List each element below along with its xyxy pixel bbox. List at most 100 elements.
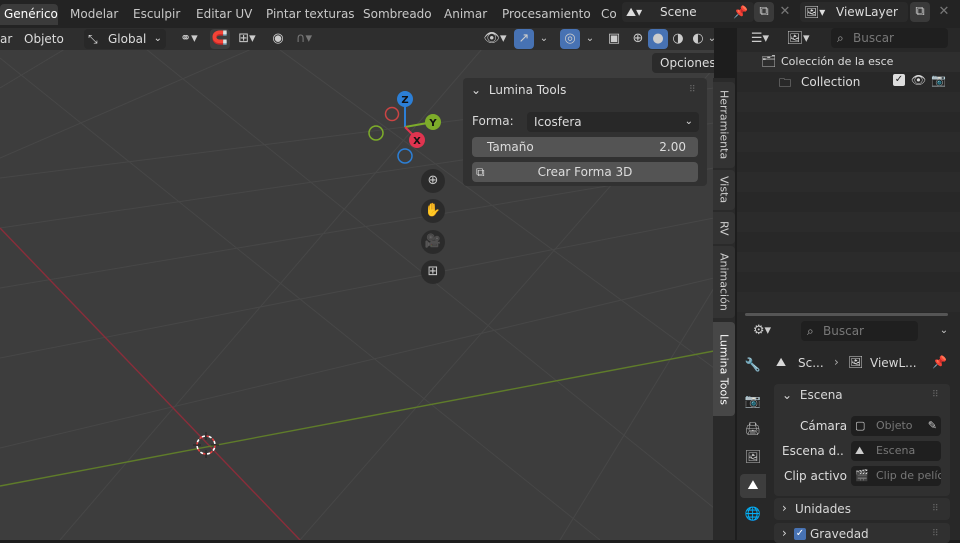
navigation-gizmo[interactable]: Z Y X	[360, 84, 450, 168]
render-tab-icon[interactable]: 📷	[740, 390, 766, 414]
rendered-shading-icon[interactable]: ◐	[688, 29, 708, 49]
snap-increment-icon[interactable]: ⊞▾	[232, 29, 262, 49]
workspace-tab-shading[interactable]: Sombreado	[359, 4, 436, 25]
tool-tab-icon[interactable]: 🔧	[740, 354, 766, 378]
gizmo-options-icon[interactable]: ⌄	[536, 29, 552, 49]
units-title: Unidades	[795, 502, 851, 516]
scene-tab-icon[interactable]: ⛰	[740, 474, 766, 498]
perspective-grid-icon[interactable]: ⊞	[421, 260, 445, 284]
3d-cursor[interactable]	[193, 432, 219, 458]
view-layer-selector[interactable]: 🖼▾ ViewLayer	[800, 2, 908, 22]
outliner-search-placeholder: Buscar	[853, 31, 894, 45]
xray-icon[interactable]: ▣	[604, 29, 624, 49]
output-tab-icon[interactable]: 🖨	[740, 418, 766, 442]
pan-hand-icon[interactable]: ✋	[421, 199, 445, 223]
scene-section-header[interactable]: ⌄ Escena	[782, 388, 843, 402]
shading-options-icon[interactable]: ⌄	[706, 29, 714, 49]
create-shape-button[interactable]: ⧉ Crear Forma 3D	[472, 162, 698, 182]
eye-icon[interactable]: 👁	[911, 73, 926, 87]
panel-header[interactable]: ⌄ Lumina Tools	[471, 83, 566, 97]
size-slider[interactable]: Tamaño 2.00	[472, 137, 698, 157]
overlays-toggle-icon[interactable]: ◎	[560, 29, 580, 49]
exclude-checkbox[interactable]: ✓	[893, 74, 905, 86]
tree-row-empty	[737, 212, 960, 232]
chevron-down-icon: ⌄	[154, 29, 162, 49]
pin-icon[interactable]: 📌	[932, 355, 947, 369]
outliner-scrollbar[interactable]	[745, 313, 948, 316]
view-layer-icon: 🖼	[848, 355, 863, 369]
camera-field[interactable]: ▢ Objeto ✎	[851, 416, 941, 436]
units-section[interactable]: › Unidades ⠿	[774, 498, 950, 520]
pivot-point-icon[interactable]: ⚭▾	[174, 29, 204, 49]
menu-object[interactable]: Objeto	[24, 29, 64, 49]
gravity-section[interactable]: › ✓ Gravedad ⠿	[774, 523, 950, 543]
editor-type-icon[interactable]: ⚙▾	[747, 321, 777, 341]
tab-tool[interactable]: Herramienta	[713, 82, 735, 168]
shape-dropdown[interactable]: Icosfera ⌄	[527, 112, 699, 132]
workspace-tab-generic[interactable]: Genérico	[0, 4, 58, 25]
gravity-checkbox[interactable]: ✓	[794, 528, 806, 540]
wireframe-shading-icon[interactable]: ⊕	[628, 29, 648, 49]
material-shading-icon[interactable]: ◑	[668, 29, 688, 49]
chevron-right-icon: ›	[782, 501, 787, 515]
drag-handle-icon[interactable]: ⠿	[932, 529, 940, 539]
filter-icon[interactable]: 🖼▾	[783, 29, 813, 49]
options-label: Opciones	[660, 56, 714, 70]
tree-row-scene-collection[interactable]: 🗂 Colección de la esce	[737, 52, 960, 72]
tab-lumina-tools[interactable]: Lumina Tools	[713, 322, 735, 416]
panel-title: Lumina Tools	[489, 83, 566, 97]
workspace-tab-modeling[interactable]: Modelar	[66, 4, 122, 25]
visibility-icon[interactable]: 👁▾	[480, 29, 510, 49]
chevron-right-icon: ›	[782, 526, 787, 540]
eyedropper-icon[interactable]: ✎	[928, 416, 937, 436]
new-scene-icon[interactable]: ⧉	[754, 2, 774, 22]
zoom-icon[interactable]: ⊕	[421, 169, 445, 193]
camera-view-icon[interactable]: 🎥	[421, 230, 445, 254]
tab-view[interactable]: Vista	[713, 170, 735, 210]
scene-selector[interactable]: ⛰▾ Scene 📌	[622, 2, 754, 22]
tab-view-label: Vista	[718, 176, 731, 203]
chevron-down-icon[interactable]: ⌄	[934, 321, 954, 341]
outliner: ☰▾ 🖼▾ ⌕ Buscar 🗂 Colección de la esce 🗀 …	[737, 28, 960, 318]
gizmo-toggle-icon[interactable]: ↗	[514, 29, 534, 49]
background-scene-field[interactable]: ⛰ Escena	[851, 441, 941, 461]
properties-search-placeholder: Buscar	[823, 324, 864, 338]
solid-shading-icon[interactable]: ●	[648, 29, 668, 49]
snap-icon[interactable]: 🧲	[210, 29, 230, 49]
world-tab-icon[interactable]: 🌐	[740, 503, 766, 527]
delete-scene-icon[interactable]: ✕	[775, 2, 795, 22]
drag-handle-icon[interactable]: ⠿	[932, 504, 940, 514]
drag-handle-icon[interactable]: ⠿	[689, 85, 697, 95]
workspace-tab-compositing[interactable]: Co	[597, 4, 617, 25]
workspace-tab-uv-editing[interactable]: Editar UV	[192, 4, 256, 25]
gizmo-z-label: Z	[401, 95, 408, 106]
active-clip-field[interactable]: 🎬 Clip de pelíc	[851, 466, 941, 486]
background-scene-label: Escena d...	[782, 444, 844, 458]
tab-animation[interactable]: Animación	[713, 246, 735, 318]
menu-select[interactable]: ar	[0, 29, 12, 49]
workspace-tab-sculpting[interactable]: Esculpir	[129, 4, 184, 25]
camera-icon[interactable]: 📷	[931, 73, 946, 87]
options-dropdown[interactable]: Opciones ⌄	[652, 53, 714, 73]
drag-handle-icon[interactable]: ⠿	[932, 390, 940, 400]
outliner-search-input[interactable]: ⌕ Buscar	[831, 28, 948, 48]
chevron-down-icon: ⌄	[471, 83, 481, 97]
new-view-layer-icon[interactable]: ⧉	[910, 2, 930, 22]
collection-label: Collection	[801, 75, 860, 89]
workspace-tab-texture-paint[interactable]: Pintar texturas	[262, 4, 359, 25]
overlays-options-icon[interactable]: ⌄	[582, 29, 598, 49]
tree-row-collection[interactable]: 🗀 Collection ✓ 👁 📷	[737, 72, 960, 92]
workspace-tab-animation[interactable]: Animar	[440, 4, 491, 25]
workspace-tab-rendering[interactable]: Procesamiento	[498, 4, 595, 25]
properties-search-input[interactable]: ⌕ Buscar	[801, 321, 918, 341]
tab-vr[interactable]: RV	[713, 212, 735, 244]
delete-view-layer-icon[interactable]: ✕	[934, 2, 954, 22]
transform-orientation-dropdown[interactable]: ⤡ Global ⌄	[84, 29, 166, 49]
proportional-edit-icon[interactable]: ◉	[268, 29, 288, 49]
scene-name: Scene	[660, 2, 697, 22]
pin-icon[interactable]: 📌	[733, 2, 748, 22]
display-mode-icon[interactable]: ☰▾	[745, 29, 775, 49]
view-layer-tab-icon[interactable]: 🖼	[740, 446, 766, 470]
orientation-value: Global	[108, 29, 146, 49]
falloff-icon[interactable]: ∩▾	[290, 29, 318, 49]
